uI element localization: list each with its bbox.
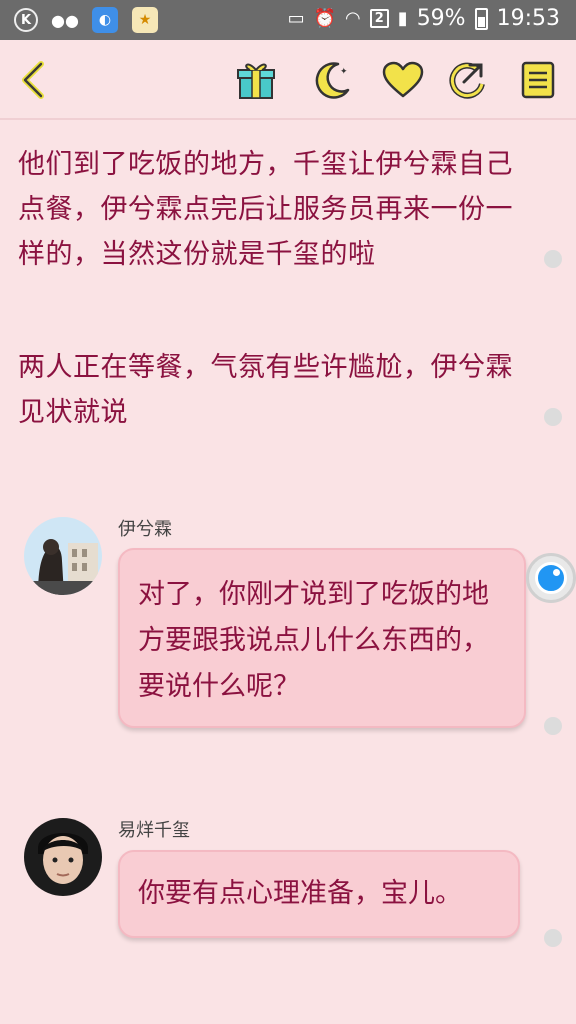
- avatar[interactable]: [24, 517, 102, 595]
- clock: 19:53: [496, 6, 560, 31]
- gift-icon: [237, 63, 275, 99]
- message-bubble: 对了，你刚才说到了吃饭的地方要跟我说点儿什么东西的，要说什么呢？: [118, 548, 526, 728]
- floating-assistant-button[interactable]: [526, 553, 576, 603]
- reader-toolbar: ✦: [0, 40, 576, 120]
- wechat-icon: ●●: [51, 10, 79, 30]
- comment-dot[interactable]: [544, 408, 562, 426]
- star-app-icon: ★: [132, 7, 158, 33]
- sender-name: 易烊千玺: [118, 820, 190, 841]
- assistant-icon: [535, 562, 567, 594]
- notification-icons: K ●● ◐ ★: [14, 7, 158, 33]
- system-icons: ▭ ⏰ ◠ 2 ▮ 59% 19:53: [288, 6, 560, 31]
- browser-icon: ◐: [92, 7, 118, 33]
- share-button[interactable]: [446, 58, 490, 102]
- share-icon: [449, 62, 485, 99]
- menu-book-icon: [521, 61, 555, 99]
- wifi-icon: ◠: [345, 8, 361, 29]
- avatar-photo: [24, 517, 102, 595]
- night-mode-button[interactable]: ✦: [310, 58, 354, 102]
- status-bar: K ●● ◐ ★ ▭ ⏰ ◠ 2 ▮ 59% 19:53: [0, 0, 576, 40]
- back-button[interactable]: [12, 58, 56, 102]
- signal-icon: ▮: [397, 8, 408, 29]
- story-paragraph: 他们到了吃饭的地方，千玺让伊兮霖自己点餐，伊兮霖点完后让服务员再来一份一样的，当…: [18, 149, 513, 270]
- k-app-icon: K: [14, 8, 38, 32]
- avatar[interactable]: [24, 818, 102, 896]
- back-icon: [22, 61, 44, 99]
- message-bubble: 你要有点心理准备，宝儿。: [118, 850, 520, 938]
- moon-icon: ✦: [315, 62, 350, 99]
- battery-percent: 59%: [416, 6, 466, 31]
- sender-name: 伊兮霖: [118, 519, 172, 540]
- battery-icon: [474, 7, 488, 30]
- sim-indicator: 2: [369, 9, 389, 28]
- story-paragraph: 两人正在等餐，气氛有些许尴尬，伊兮霖见状就说: [18, 352, 513, 428]
- heart-icon: [382, 61, 424, 98]
- gift-button[interactable]: [234, 58, 278, 102]
- avatar-photo: [24, 818, 102, 896]
- comment-dot[interactable]: [544, 929, 562, 947]
- chapter-menu-button[interactable]: [516, 58, 560, 102]
- cast-icon: ▭: [287, 8, 305, 29]
- comment-dot[interactable]: [544, 250, 562, 268]
- alarm-icon: ⏰: [313, 8, 337, 29]
- svg-text:✦: ✦: [340, 67, 348, 77]
- comment-dot[interactable]: [544, 717, 562, 735]
- favorite-button[interactable]: [381, 58, 425, 102]
